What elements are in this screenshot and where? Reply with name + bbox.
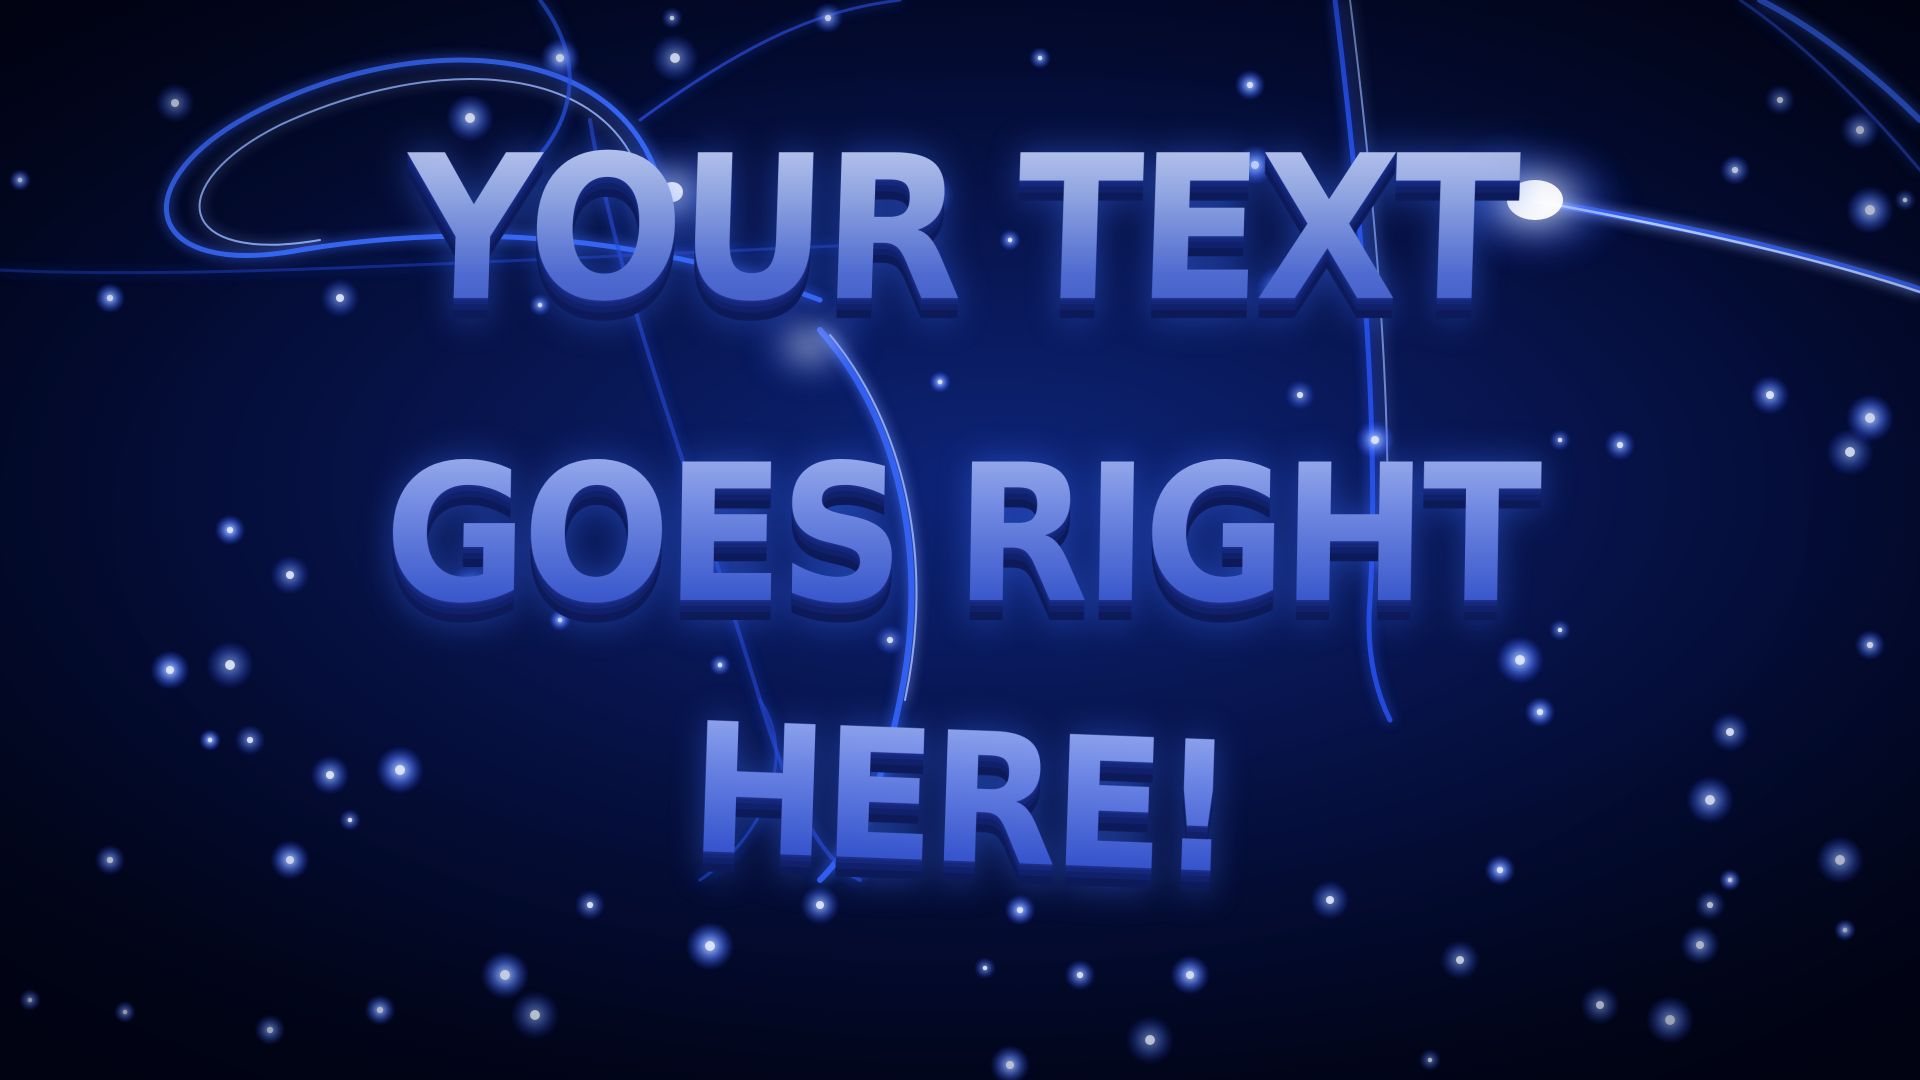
title-text-block: YOUR TEXT GOES RIGHT HERE! — [0, 0, 1920, 1080]
title-line-3: HERE! — [74, 667, 1846, 934]
title-line-2: GOES RIGHT — [75, 424, 1845, 645]
video-frame: YOUR TEXT GOES RIGHT HERE! — [0, 0, 1920, 1080]
title-line-1: YOUR TEXT — [73, 113, 1846, 346]
